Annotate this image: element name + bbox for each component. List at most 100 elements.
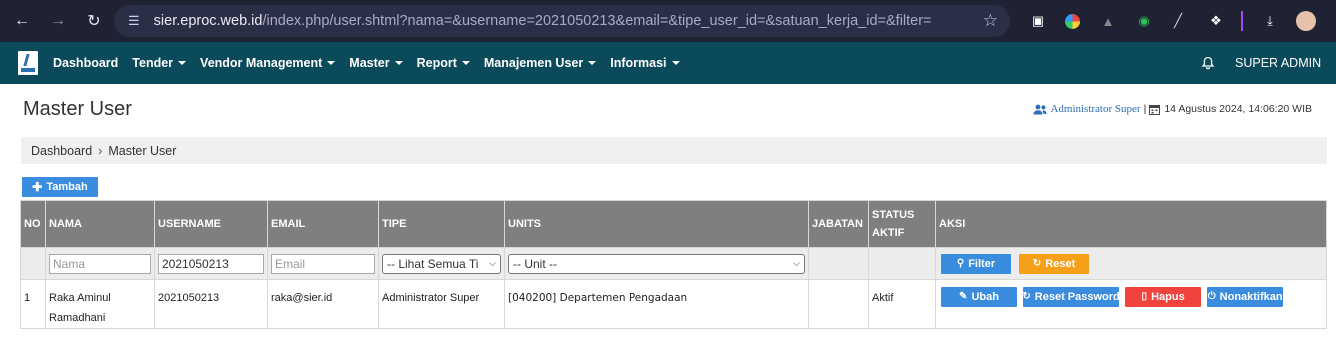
caret-down-icon bbox=[671, 61, 680, 65]
delete-button-label: Hapus bbox=[1151, 291, 1185, 303]
cell-nama: Raka Aminul Ramadhani bbox=[45, 279, 155, 329]
refresh-icon: ↻ bbox=[1022, 291, 1031, 302]
nav-label: Master bbox=[349, 56, 390, 70]
cell-no: 1 bbox=[20, 279, 46, 329]
url-path: /index.php/user.shtml?nama=&username=202… bbox=[262, 13, 932, 29]
cell-units: [040200] Departemen Pengadaan bbox=[504, 279, 809, 329]
filter-row: Nama 2021050213 Email -- Lihat Semua Ti ⌵… bbox=[20, 247, 1327, 280]
extensions-puzzle-icon[interactable]: ❖ bbox=[1206, 11, 1226, 31]
caret-down-icon bbox=[327, 61, 336, 65]
user-info: Administrator Super | 14 Agustus 2024, 1… bbox=[1033, 103, 1312, 115]
filter-cell-no bbox=[20, 247, 46, 280]
nav-item-informasi[interactable]: Informasi bbox=[610, 56, 680, 70]
nav-item-dashboard[interactable]: Dashboard bbox=[53, 56, 118, 70]
chevron-right-icon: › bbox=[98, 143, 103, 158]
nav-item-vendor-management[interactable]: Vendor Management bbox=[200, 56, 336, 70]
chevron-down-icon: ⌵ bbox=[793, 258, 800, 268]
unit-filter-select[interactable]: -- Unit -- ⌵ bbox=[508, 253, 805, 274]
edit-button-label: Ubah bbox=[971, 291, 999, 303]
reset-button-label: Reset bbox=[1045, 257, 1076, 270]
cell-tipe: Administrator Super bbox=[378, 279, 505, 329]
filter-cell-email: Email bbox=[267, 247, 379, 280]
nav-label: Report bbox=[416, 56, 457, 70]
user-menu[interactable]: SUPER ADMIN bbox=[1235, 56, 1321, 70]
refresh-icon: ↻ bbox=[1032, 258, 1042, 269]
nav-label: Vendor Management bbox=[200, 56, 323, 70]
unit-select-value: -- Unit -- bbox=[513, 256, 557, 271]
table-row: 1 Raka Aminul Ramadhani 2021050213 raka@s… bbox=[20, 279, 1327, 329]
browser-toolbar: ← → ↻ ☰ sier.eproc.web.id/index.php/user… bbox=[0, 0, 1336, 42]
chevron-down-icon: ⌵ bbox=[489, 258, 496, 268]
breadcrumb-dashboard[interactable]: Dashboard bbox=[31, 144, 92, 158]
nama-filter-input[interactable]: Nama bbox=[49, 253, 151, 274]
column-header-username: USERNAME bbox=[154, 200, 268, 248]
current-user-name[interactable]: Administrator Super bbox=[1050, 103, 1140, 115]
url-host: sier.eproc.web.id bbox=[153, 13, 263, 29]
caret-down-icon bbox=[178, 61, 187, 65]
power-icon: ⏻ bbox=[1207, 291, 1216, 302]
tipe-filter-select[interactable]: -- Lihat Semua Ti ⌵ bbox=[382, 253, 501, 274]
reset-password-button[interactable]: ↻ Reset Password bbox=[1022, 287, 1120, 307]
users-icon bbox=[1033, 104, 1047, 114]
nav-item-tender[interactable]: Tender bbox=[132, 56, 187, 70]
image-extension-icon[interactable]: ▲ bbox=[1098, 11, 1118, 31]
color-extension-icon[interactable] bbox=[1062, 11, 1082, 31]
back-icon[interactable]: ← bbox=[10, 9, 34, 33]
caret-down-icon bbox=[588, 61, 597, 65]
address-bar[interactable]: ☰ sier.eproc.web.id/index.php/user.shtml… bbox=[114, 5, 1010, 37]
column-header-jabatan: JABATAN bbox=[808, 200, 869, 248]
bookmark-star-icon[interactable]: ☆ bbox=[983, 11, 998, 31]
nav-label: Informasi bbox=[610, 56, 667, 70]
reset-filter-button[interactable]: ↻ Reset bbox=[1019, 253, 1090, 274]
bell-icon[interactable] bbox=[1201, 56, 1215, 70]
profile-avatar[interactable] bbox=[1296, 11, 1316, 31]
user-info-separator: | bbox=[1143, 103, 1147, 115]
cell-aksi: ✎ Ubah ↻ Reset Password ▯ Hapus ⏻ Nonaktifka… bbox=[935, 279, 1327, 329]
filter-cell-aksi: ⚲ Filter ↻ Reset bbox=[935, 247, 1327, 280]
cell-jabatan bbox=[808, 279, 869, 329]
column-header-email: EMAIL bbox=[267, 200, 379, 248]
reload-icon[interactable]: ↻ bbox=[82, 9, 106, 33]
filter-button-label: Filter bbox=[968, 257, 996, 270]
add-button-label: Tambah bbox=[46, 181, 88, 193]
site-settings-icon[interactable]: ☰ bbox=[128, 13, 140, 29]
filter-button[interactable]: ⚲ Filter bbox=[941, 253, 1011, 274]
add-user-button[interactable]: ✚ Tambah bbox=[22, 177, 98, 197]
calendar-icon bbox=[1149, 104, 1161, 115]
email-filter-input[interactable]: Email bbox=[271, 253, 375, 274]
download-icon[interactable]: ⤓ bbox=[1260, 11, 1280, 31]
nav-item-report[interactable]: Report bbox=[417, 56, 470, 70]
forward-icon[interactable]: → bbox=[46, 9, 70, 33]
tab-search-icon[interactable]: ▣ bbox=[1028, 11, 1048, 31]
delete-button[interactable]: ▯ Hapus bbox=[1125, 287, 1202, 307]
tipe-select-value: -- Lihat Semua Ti bbox=[387, 256, 479, 271]
nav-item-master[interactable]: Master bbox=[349, 56, 403, 70]
search-icon: ⚲ bbox=[956, 258, 965, 269]
plus-icon: ✚ bbox=[32, 180, 43, 194]
filter-cell-jabatan bbox=[808, 247, 869, 280]
filter-cell-status bbox=[868, 247, 936, 280]
caret-down-icon bbox=[394, 61, 403, 65]
column-header-nama: NAMA bbox=[45, 200, 155, 248]
edit-button[interactable]: ✎ Ubah bbox=[941, 287, 1017, 307]
pen-extension-icon[interactable]: ╱ bbox=[1168, 11, 1188, 31]
deactivate-button[interactable]: ⏻ Nonaktifkan bbox=[1207, 287, 1284, 307]
filter-cell-units: -- Unit -- ⌵ bbox=[504, 247, 809, 280]
filter-cell-nama: Nama bbox=[45, 247, 155, 280]
nama-line2: Ramadhani bbox=[49, 312, 106, 324]
url-text[interactable]: sier.eproc.web.id/index.php/user.shtml?n… bbox=[154, 13, 932, 29]
page-title: Master User bbox=[23, 98, 132, 120]
current-datetime: 14 Agustus 2024, 14:06:20 WIB bbox=[1164, 103, 1312, 115]
caret-down-icon bbox=[461, 61, 470, 65]
username-filter-input[interactable]: 2021050213 bbox=[158, 253, 264, 274]
breadcrumb-current: Master User bbox=[108, 143, 177, 158]
app-logo[interactable] bbox=[18, 51, 38, 75]
deactivate-button-label: Nonaktifkan bbox=[1219, 291, 1283, 303]
filter-cell-username: 2021050213 bbox=[154, 247, 268, 280]
edit-icon: ✎ bbox=[959, 291, 968, 302]
main-menu: Dashboard Tender Vendor Management Maste… bbox=[53, 42, 694, 84]
eye-extension-icon[interactable]: ◉ bbox=[1134, 11, 1154, 31]
nav-label: Tender bbox=[132, 56, 174, 70]
nav-item-manajemen-user[interactable]: Manajemen User bbox=[484, 56, 597, 70]
status-header-line2: AKTIF bbox=[872, 227, 905, 239]
